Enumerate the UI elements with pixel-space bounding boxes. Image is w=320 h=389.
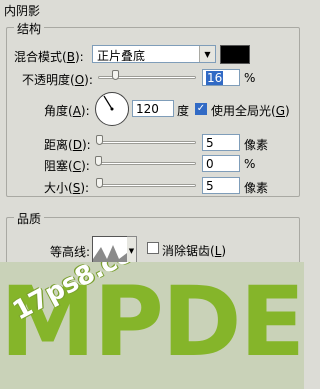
distance-slider-track[interactable] bbox=[98, 141, 196, 144]
distance-slider-thumb[interactable] bbox=[96, 135, 103, 145]
opacity-label: 不透明度(O): bbox=[22, 73, 93, 87]
anti-alias-label: 消除锯齿(L) bbox=[162, 244, 227, 258]
global-light-checkbox[interactable]: ✓ bbox=[195, 103, 207, 115]
structure-title: 结构 bbox=[14, 20, 45, 37]
distance-unit: 像素 bbox=[244, 138, 269, 152]
choke-input[interactable]: 0 bbox=[202, 155, 240, 172]
contour-label: 等高线: bbox=[50, 245, 91, 259]
choke-label: 阻塞(C): bbox=[44, 159, 90, 173]
size-slider-thumb[interactable] bbox=[96, 178, 103, 188]
blend-mode-label: 混合模式(B): bbox=[14, 50, 84, 64]
angle-label: 角度(A): bbox=[44, 104, 90, 118]
anti-alias-checkbox[interactable] bbox=[147, 242, 159, 254]
angle-dial-needle bbox=[103, 95, 114, 111]
angle-unit: 度 bbox=[177, 104, 190, 118]
opacity-input[interactable]: 16 bbox=[202, 69, 240, 86]
quality-title: 品质 bbox=[14, 210, 45, 227]
blend-mode-value: 正片叠底 bbox=[97, 49, 146, 63]
distance-input[interactable]: 5 bbox=[202, 134, 240, 151]
size-label: 大小(S): bbox=[44, 181, 90, 195]
opacity-slider-thumb[interactable] bbox=[112, 70, 119, 80]
global-light-label: 使用全局光(G) bbox=[211, 104, 290, 118]
size-unit: 像素 bbox=[244, 181, 269, 195]
panel-title: 内阴影 bbox=[4, 4, 41, 18]
angle-input[interactable]: 120 bbox=[132, 100, 174, 117]
choke-slider-thumb[interactable] bbox=[95, 156, 102, 166]
choke-unit: % bbox=[244, 157, 256, 171]
size-input[interactable]: 5 bbox=[202, 177, 240, 194]
artwork-preview: MPDE 17ps8.com bbox=[0, 262, 304, 389]
distance-label: 距离(D): bbox=[44, 138, 91, 152]
angle-dial[interactable] bbox=[95, 92, 129, 126]
color-swatch[interactable] bbox=[220, 45, 250, 64]
blend-mode-select[interactable]: 正片叠底 ▼ bbox=[92, 45, 216, 63]
size-slider-track[interactable] bbox=[98, 184, 196, 187]
chevron-down-icon[interactable]: ▼ bbox=[199, 46, 215, 62]
choke-slider-track[interactable] bbox=[98, 162, 196, 165]
contour-curve-icon bbox=[93, 245, 127, 265]
opacity-unit: % bbox=[244, 71, 256, 85]
